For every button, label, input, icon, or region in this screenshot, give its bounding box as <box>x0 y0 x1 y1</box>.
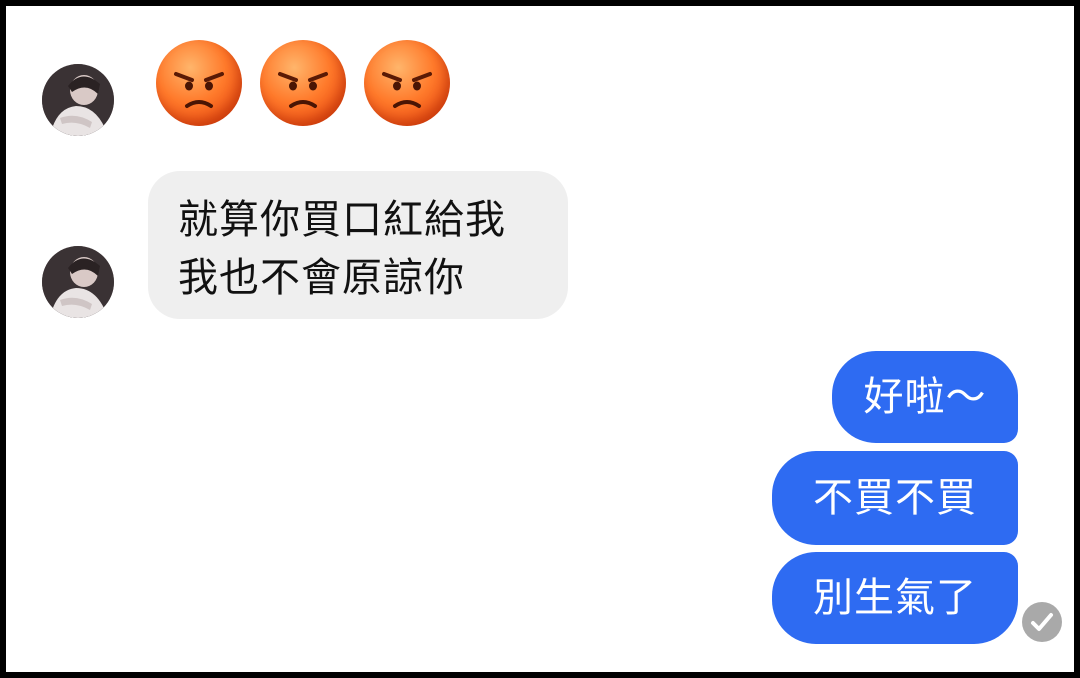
message-line: 我也不會原諒你 <box>178 255 465 301</box>
message-line: 就算你買口紅給我 <box>178 197 506 243</box>
screenshot-frame: 就算你買口紅給我 我也不會原諒你 好啦～ 不買不買 別生氣了 <box>0 0 1080 678</box>
chat-thread: 就算你買口紅給我 我也不會原諒你 好啦～ 不買不買 別生氣了 <box>6 6 1074 672</box>
sent-message-bubble[interactable]: 好啦～ <box>832 351 1018 443</box>
sent-message-bubble[interactable]: 別生氣了 <box>772 552 1018 644</box>
angry-face-emoji <box>364 40 450 126</box>
contact-avatar[interactable] <box>42 246 114 318</box>
contact-avatar[interactable] <box>42 64 114 136</box>
avatar-photo-icon <box>42 246 114 318</box>
read-check-icon <box>1022 602 1062 642</box>
avatar-photo-icon <box>42 64 114 136</box>
sent-message-bubble[interactable]: 不買不買 <box>772 451 1018 545</box>
angry-face-emoji <box>156 40 242 126</box>
received-message-bubble[interactable]: 就算你買口紅給我 我也不會原諒你 <box>148 171 568 319</box>
angry-face-emoji <box>260 40 346 126</box>
